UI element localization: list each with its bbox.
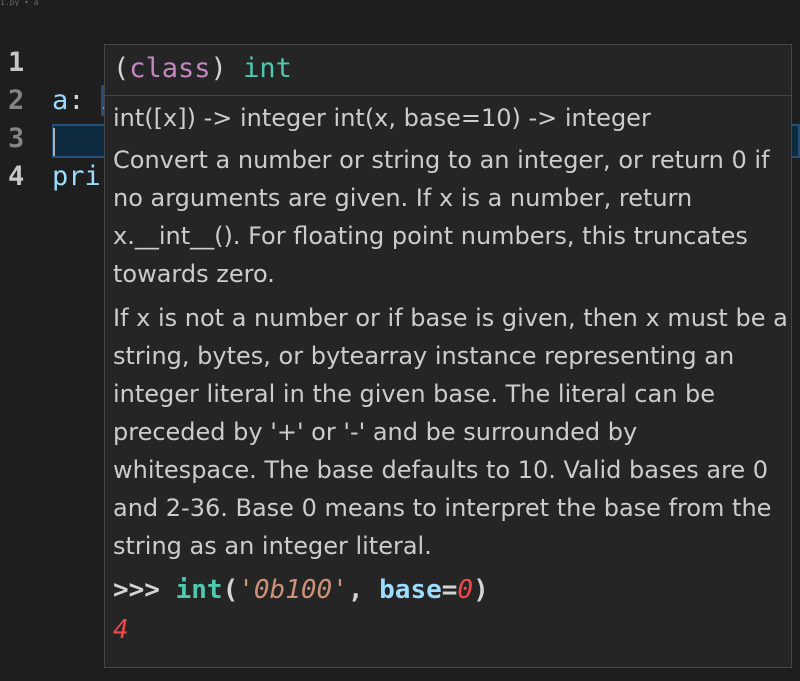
example-paren-open: ( [222,575,239,605]
doc-example-output-line: 4 [113,611,788,649]
line-number: 4 [8,161,25,192]
symbol-name: int [243,53,292,84]
doc-example: >>> int('0b100', base=0) [113,571,788,609]
example-number: 0 [457,575,474,605]
doc-paragraph: Convert a number or string to an integer… [113,146,770,288]
doc-signature: int([x]) -> integer int(x, base=10) -> i… [113,104,651,132]
code-editor[interactable]: 1.py • a 1 a: int = 10 2 3 pri 4 (class)… [0,0,800,681]
hover-tooltip[interactable]: (class) int int([x]) -> integer int(x, b… [104,44,792,668]
example-string: '0b100' [238,575,348,605]
paren-open: ( [113,53,130,84]
example-prompt: >>> [113,575,160,605]
hover-separator [105,95,791,96]
hover-signature-header: (class) int [113,51,292,87]
example-output: 4 [113,615,129,645]
doc-paragraph: If x is not a number or if base is given… [113,304,788,560]
example-paren-close: ) [473,575,489,605]
hover-documentation: int([x]) -> integer int(x, base=10) -> i… [113,99,788,649]
example-keyword-arg: base [379,575,442,605]
kind-keyword: class [129,53,211,84]
paren-close: ) [210,53,227,84]
text-cursor [53,128,55,156]
example-comma: , [347,575,364,605]
example-equals: = [441,575,458,605]
code-line-1[interactable]: 1 a: int = 10 [0,6,800,116]
example-function: int [175,575,223,605]
